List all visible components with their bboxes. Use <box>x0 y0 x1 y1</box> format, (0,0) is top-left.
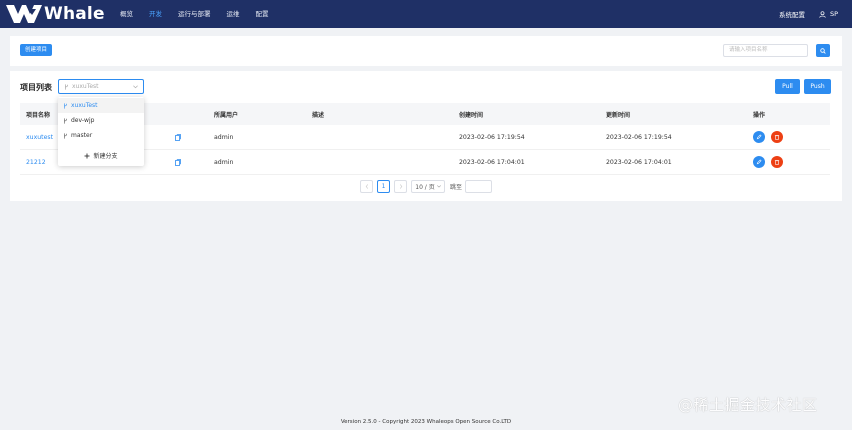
plus-icon <box>84 153 90 158</box>
edit-button[interactable] <box>753 156 765 168</box>
branch-select-value: xuxuTest <box>72 83 99 90</box>
project-name-link[interactable]: 21212 <box>26 159 46 166</box>
push-button[interactable]: Push <box>804 79 831 94</box>
user-menu[interactable]: SP <box>819 10 838 18</box>
nav-item-develop[interactable]: 开发 <box>141 0 170 28</box>
new-branch-label: 新建分支 <box>93 153 118 160</box>
search-button[interactable] <box>816 44 830 57</box>
branch-option-label: xuxuTest <box>71 102 98 109</box>
col-project-name: 项目名称 <box>26 111 51 119</box>
top-navbar: Whale 概览 开发 运行与部署 运维 配置 系统配置 SP <box>0 0 852 28</box>
logo-text: Whale <box>44 4 105 24</box>
page-size-select[interactable]: 10 / 页 <box>411 180 445 193</box>
new-branch-button[interactable]: 新建分支 <box>58 149 144 162</box>
updated-cell: 2023-02-06 17:19:54 <box>606 133 672 141</box>
page-size-value: 10 / 页 <box>415 184 435 191</box>
nav-right: 系统配置 SP <box>779 0 838 28</box>
edit-button[interactable] <box>753 131 765 143</box>
col-owner: 所属用户 <box>214 111 239 119</box>
user-name: SP <box>829 10 838 18</box>
page-button-current[interactable]: 1 <box>377 180 390 193</box>
chevron-left-icon <box>365 184 368 189</box>
main-nav: 概览 开发 运行与部署 运维 配置 <box>112 0 277 28</box>
branch-option-label: dev-wjp <box>71 117 95 124</box>
row-actions <box>753 156 789 168</box>
project-name-link[interactable]: xuxutest <box>26 134 53 141</box>
next-page-button[interactable] <box>394 180 407 193</box>
user-icon <box>819 10 826 18</box>
toolbar-card: 创建项目 请输入项目名称 <box>10 36 842 66</box>
branch-option[interactable]: dev-wjp <box>58 113 144 128</box>
chevron-right-icon <box>399 184 402 189</box>
chevron-down-icon <box>436 185 441 188</box>
delete-button[interactable] <box>771 156 783 168</box>
branch-option[interactable]: xuxuTest <box>58 98 144 113</box>
edit-icon <box>756 159 762 165</box>
branch-icon <box>64 117 67 124</box>
branch-dropdown: xuxuTest dev-wjp master 新建分支 <box>58 97 144 166</box>
copy-icon[interactable] <box>175 133 181 141</box>
watermark: @稀土掘金技术社区 <box>678 396 818 414</box>
created-cell: 2023-02-06 17:19:54 <box>459 133 525 141</box>
pagination: 1 10 / 页 跳至 <box>360 180 493 193</box>
updated-cell: 2023-02-06 17:04:01 <box>606 158 672 166</box>
create-project-button[interactable]: 创建项目 <box>20 44 53 56</box>
trash-icon <box>774 160 780 165</box>
pull-button[interactable]: Pull <box>775 79 800 94</box>
jump-label: 跳至 <box>450 184 463 191</box>
row-actions <box>753 131 789 143</box>
branch-option-label: master <box>71 132 93 139</box>
whale-logo-icon <box>6 5 42 23</box>
created-cell: 2023-02-06 17:04:01 <box>459 158 525 166</box>
branch-icon <box>64 102 67 109</box>
search-icon <box>820 47 826 54</box>
branch-option[interactable]: master <box>58 128 144 143</box>
project-list-title: 项目列表 <box>20 83 52 92</box>
chevron-down-icon <box>133 85 138 89</box>
col-created: 创建时间 <box>459 111 484 119</box>
col-description: 描述 <box>312 111 325 119</box>
nav-item-deploy[interactable]: 运行与部署 <box>170 0 219 28</box>
trash-icon <box>774 135 780 140</box>
col-actions: 操作 <box>753 111 766 119</box>
whale-logo[interactable]: Whale <box>6 4 105 24</box>
footer-copyright: Version 2.5.0 - Copyright 2023 Whaleops … <box>340 419 512 425</box>
branch-icon <box>64 132 67 139</box>
page-jump-input[interactable] <box>465 180 493 193</box>
col-updated: 更新时间 <box>606 111 631 119</box>
prev-page-button[interactable] <box>360 180 373 193</box>
owner-cell: admin <box>214 133 234 141</box>
search-input[interactable]: 请输入项目名称 <box>723 44 808 57</box>
delete-button[interactable] <box>771 131 783 143</box>
branch-select[interactable]: xuxuTest <box>58 79 144 94</box>
owner-cell: admin <box>214 158 234 166</box>
nav-item-ops[interactable]: 运维 <box>219 0 248 28</box>
branch-icon <box>65 84 68 90</box>
nav-item-config[interactable]: 配置 <box>248 0 277 28</box>
edit-icon <box>756 134 762 140</box>
system-config-link[interactable]: 系统配置 <box>779 9 805 19</box>
nav-item-overview[interactable]: 概览 <box>112 0 141 28</box>
copy-icon[interactable] <box>175 158 181 166</box>
